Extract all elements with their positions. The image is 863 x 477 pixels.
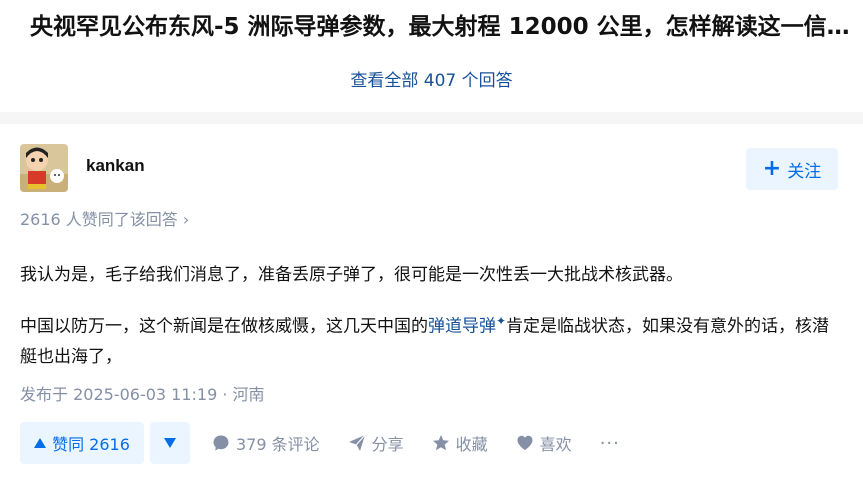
comment-button[interactable]: 379 条评论 <box>212 422 320 464</box>
follow-button[interactable]: + 关注 <box>746 148 838 190</box>
paragraph-text: 中国以防万一，这个新闻是在做核威慑，这几天中国的 <box>20 316 428 337</box>
view-all-answers-link[interactable]: 查看全部 407 个回答 <box>350 69 512 93</box>
like-label: 喜欢 <box>539 435 572 454</box>
follow-label: 关注 <box>787 161 822 182</box>
paragraph: 中国以防万一，这个新闻是在做核威慑，这几天中国的弹道导弹✦肯定是临战状态，如果没… <box>20 306 843 372</box>
like-button[interactable]: 喜欢 <box>516 422 572 464</box>
answer-card: kankan + 关注 2616 人赞同了该回答 › 我认为是，毛子给我们消息了… <box>0 124 863 477</box>
triangle-down-icon <box>164 438 176 448</box>
action-bar: 赞同 2616 379 条评论 分享 收藏 喜欢 ··· <box>20 422 620 464</box>
avatar[interactable] <box>20 144 68 192</box>
vote-down-button[interactable] <box>150 422 190 464</box>
comment-bubble-icon <box>213 435 229 451</box>
heart-icon <box>517 435 533 450</box>
paper-plane-icon <box>348 434 366 451</box>
author-name[interactable]: kankan <box>86 154 145 178</box>
keyword-link[interactable]: 弹道导弹 <box>428 317 496 337</box>
question-title[interactable]: 央视罕见公布东风-5 洲际导弹参数，最大射程 12000 公里，怎样解读这一信息… <box>30 10 863 44</box>
view-all-bar: 查看全部 407 个回答 <box>0 60 863 112</box>
triangle-up-icon <box>34 438 47 448</box>
share-label: 分享 <box>371 435 404 454</box>
share-button[interactable]: 分享 <box>348 422 404 464</box>
star-icon <box>432 435 449 451</box>
vote-up-button[interactable]: 赞同 2616 <box>20 422 144 464</box>
paragraph: 我认为是，毛子给我们消息了，准备丢原子弹了，很可能是一次性丢一大批战术核武器。 <box>20 265 683 285</box>
vote-up-label: 赞同 2616 <box>52 435 130 454</box>
question-header: 央视罕见公布东风-5 洲际导弹参数，最大射程 12000 公里，怎样解读这一信息… <box>0 0 863 61</box>
more-dots-icon[interactable]: ··· <box>600 422 620 464</box>
vote-summary[interactable]: 2616 人赞同了该回答 › <box>20 208 189 232</box>
favorite-label: 收藏 <box>455 435 488 454</box>
sparkle-icon: ✦ <box>496 314 507 328</box>
comment-count: 379 条评论 <box>236 435 320 454</box>
avatar-image <box>20 144 68 192</box>
answer-content: 我认为是，毛子给我们消息了，准备丢原子弹了，很可能是一次性丢一大批战术核武器。 … <box>20 260 843 372</box>
favorite-button[interactable]: 收藏 <box>432 422 488 464</box>
plus-icon: + <box>762 156 782 181</box>
publish-info[interactable]: 发布于 2025-06-03 11:19 · 河南 <box>20 383 265 407</box>
